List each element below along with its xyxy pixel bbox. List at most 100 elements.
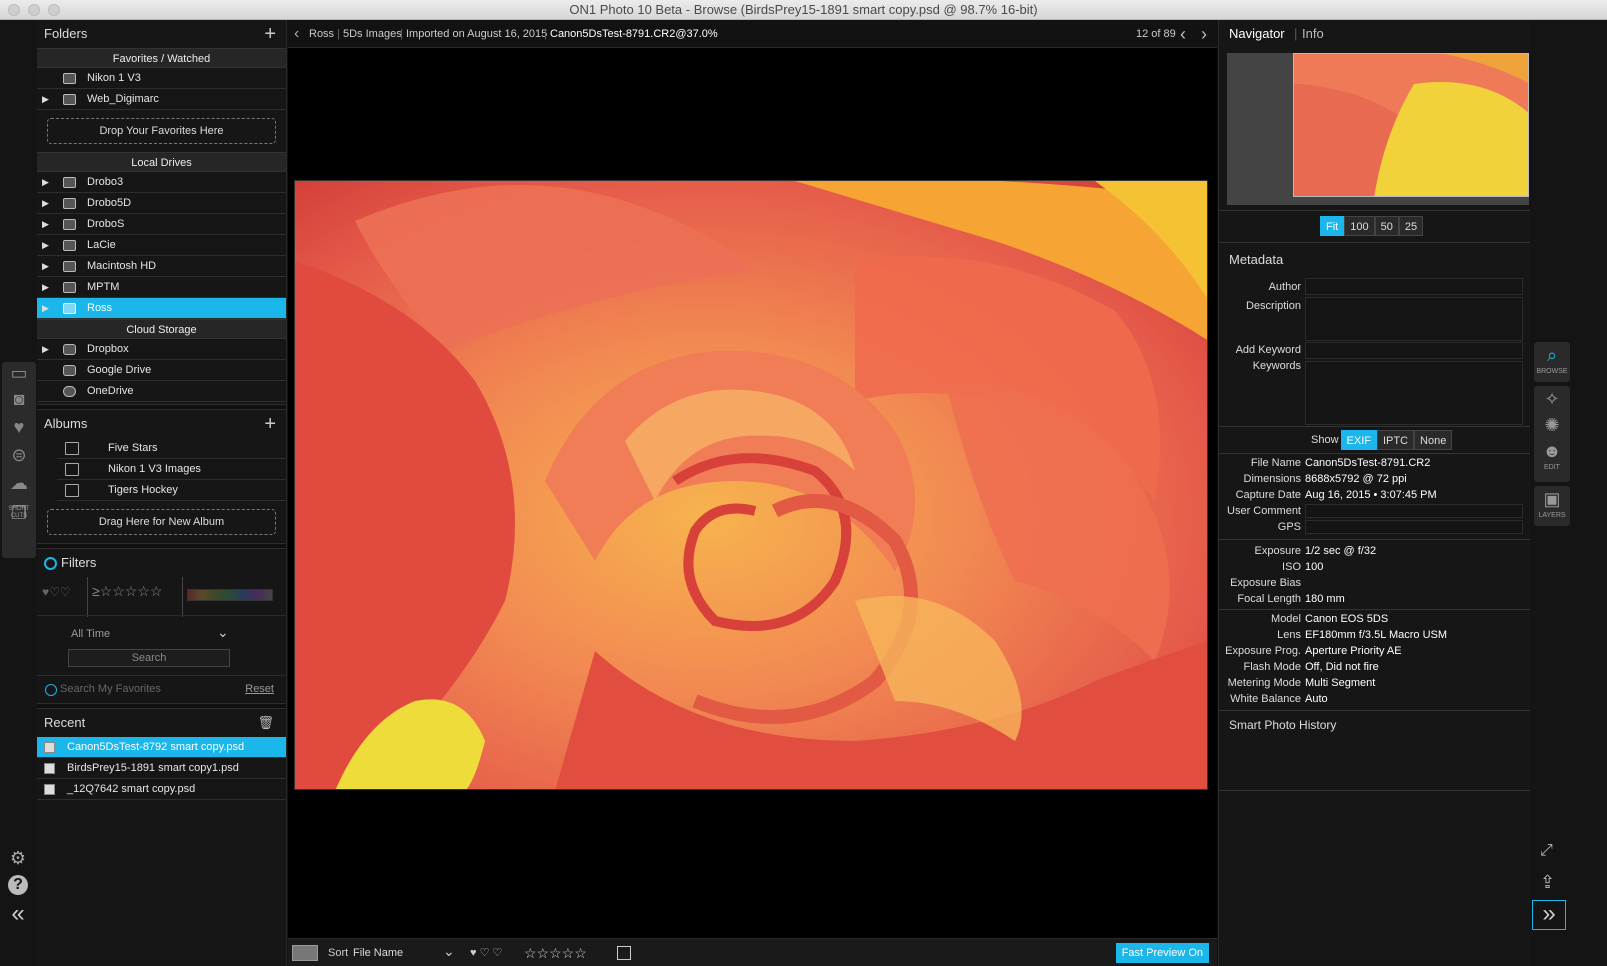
author-field[interactable] bbox=[1305, 278, 1523, 295]
time-select[interactable]: All Time bbox=[71, 628, 110, 640]
zoom-window-button[interactable] bbox=[48, 4, 60, 16]
exif-label: Exposure Bias bbox=[1230, 577, 1301, 589]
drop-favorites-zone[interactable]: Drop Your Favorites Here bbox=[47, 118, 276, 144]
star-rating-icon[interactable]: ☆☆☆☆☆ bbox=[524, 939, 587, 966]
sort-select[interactable]: File Name bbox=[353, 939, 403, 966]
close-window-button[interactable] bbox=[8, 4, 20, 16]
next-image-icon[interactable]: › bbox=[1201, 20, 1207, 48]
search-button[interactable]: Search bbox=[68, 649, 230, 667]
minimize-window-button[interactable] bbox=[28, 4, 40, 16]
expand-arrow-icon[interactable]: ▶ bbox=[42, 298, 49, 319]
recent-item-selected[interactable]: Canon5DsTest-8792 smart copy.psd bbox=[37, 737, 286, 758]
zoom-50-button[interactable]: 50 bbox=[1374, 216, 1399, 236]
computer-icon[interactable]: ▭ bbox=[7, 362, 31, 384]
zoom-100-button[interactable]: 100 bbox=[1344, 216, 1375, 236]
album-icon bbox=[65, 484, 79, 497]
edit-module-button[interactable]: ✧ ✺ ☻ EDIT bbox=[1534, 386, 1570, 482]
cloud-item-dropbox[interactable]: ▶ Dropbox bbox=[37, 339, 286, 360]
navigator-preview[interactable] bbox=[1227, 53, 1529, 205]
reset-link[interactable]: Reset bbox=[245, 683, 274, 695]
drop-album-zone[interactable]: Drag Here for New Album bbox=[47, 509, 276, 535]
expand-arrow-icon[interactable]: ▶ bbox=[42, 89, 49, 110]
camera-folder-icon bbox=[63, 94, 76, 105]
chevron-down-icon[interactable]: ⌄ bbox=[443, 937, 455, 965]
browse-label: BROWSE bbox=[1536, 368, 1568, 375]
gear-icon[interactable]: ⚙ bbox=[6, 848, 30, 869]
cloud-icon[interactable]: ☁ bbox=[7, 472, 31, 494]
gps-field[interactable] bbox=[1305, 520, 1523, 534]
filters-toggle-icon[interactable] bbox=[44, 557, 57, 570]
drive-icon[interactable]: ⊜ bbox=[7, 444, 31, 466]
chevron-down-icon[interactable]: ⌄ bbox=[217, 624, 229, 641]
resize-icon[interactable]: ⤢ bbox=[1540, 842, 1553, 860]
expand-arrow-icon[interactable]: ▶ bbox=[42, 193, 49, 214]
description-field[interactable] bbox=[1305, 297, 1523, 341]
color-label-checkbox[interactable] bbox=[617, 946, 631, 960]
drive-item[interactable]: ▶ Drobo5D bbox=[37, 193, 286, 214]
view-mode-button[interactable] bbox=[292, 945, 318, 961]
favorites-folder-icon[interactable]: ♥ bbox=[7, 416, 31, 438]
show-exif-button[interactable]: EXIF bbox=[1340, 430, 1377, 450]
breadcrumb-item[interactable]: 5Ds Images bbox=[343, 20, 402, 48]
zoom-fit-button[interactable]: Fit bbox=[1320, 216, 1345, 236]
exif-value: Canon EOS 5DS bbox=[1305, 613, 1389, 625]
favorite-item-nikon[interactable]: Nikon 1 V3 bbox=[37, 68, 286, 89]
expand-arrow-icon[interactable]: ▶ bbox=[42, 277, 49, 298]
zoom-25-button[interactable]: 25 bbox=[1398, 216, 1424, 236]
tab-info[interactable]: Info bbox=[1302, 20, 1324, 48]
expand-arrow-icon[interactable]: ▶ bbox=[42, 339, 49, 360]
camera-icon[interactable]: ◙ bbox=[7, 388, 31, 410]
album-item[interactable]: Nikon 1 V3 Images bbox=[57, 459, 286, 480]
recent-item[interactable]: _12Q7642 smart copy.psd bbox=[37, 779, 286, 800]
search-favorites-radio[interactable] bbox=[45, 684, 57, 696]
expand-arrow-icon[interactable]: ▶ bbox=[42, 172, 49, 193]
fast-preview-button[interactable]: Fast Preview On bbox=[1115, 943, 1209, 963]
add-album-button[interactable]: + bbox=[264, 410, 276, 438]
heart-rating-icon[interactable]: ♥ ♡ ♡ bbox=[470, 939, 502, 966]
breadcrumb-item[interactable]: Imported on August 16, 2015 bbox=[406, 20, 547, 48]
back-icon[interactable]: ‹ bbox=[294, 20, 299, 48]
main-photo[interactable] bbox=[294, 180, 1208, 790]
divider bbox=[1219, 539, 1531, 540]
drive-item[interactable]: ▶ LaCie bbox=[37, 235, 286, 256]
favorite-item-web-digimarc[interactable]: ▶ Web_Digimarc bbox=[37, 89, 286, 110]
navigator-viewport[interactable] bbox=[1293, 53, 1529, 197]
add-keyword-field[interactable] bbox=[1305, 342, 1523, 359]
edit-icon: ☻ bbox=[1542, 441, 1562, 461]
window-titlebar: ON1 Photo 10 Beta - Browse (BirdsPrey15-… bbox=[0, 0, 1607, 20]
previous-image-icon[interactable]: ‹ bbox=[1180, 20, 1186, 48]
cloud-item-onedrive[interactable]: OneDrive bbox=[37, 381, 286, 402]
show-none-button[interactable]: None bbox=[1414, 430, 1453, 450]
album-item[interactable]: Tigers Hockey bbox=[57, 480, 286, 501]
layers-module-button[interactable]: ▣ LAYERS bbox=[1534, 486, 1570, 526]
share-icon[interactable]: ⇪ bbox=[1540, 872, 1555, 893]
recent-item[interactable]: BirdsPrey15-1891 smart copy1.psd bbox=[37, 758, 286, 779]
browse-module-button[interactable]: ⌕ BROWSE bbox=[1534, 342, 1570, 382]
user-comment-field[interactable] bbox=[1305, 504, 1523, 518]
navigator-thumb bbox=[1294, 54, 1528, 196]
tab-navigator[interactable]: Navigator bbox=[1229, 20, 1285, 48]
drive-item-selected[interactable]: ▶ Ross bbox=[37, 298, 286, 319]
expand-arrow-icon[interactable]: ▶ bbox=[42, 214, 49, 235]
collapse-right-icon[interactable]: » bbox=[1532, 900, 1566, 930]
star-filter-icon[interactable]: ≥☆☆☆☆☆ bbox=[92, 583, 162, 600]
collapse-left-icon[interactable]: « bbox=[6, 900, 30, 928]
drive-item[interactable]: ▶ Macintosh HD bbox=[37, 256, 286, 277]
keywords-field[interactable] bbox=[1305, 361, 1523, 425]
heart-filter-icon[interactable]: ♥♡♡ bbox=[42, 585, 71, 599]
drive-item[interactable]: ▶ MPTM bbox=[37, 277, 286, 298]
drive-item[interactable]: ▶ DroboS bbox=[37, 214, 286, 235]
rose-photo bbox=[295, 181, 1207, 789]
help-icon[interactable]: ? bbox=[8, 875, 28, 895]
expand-arrow-icon[interactable]: ▶ bbox=[42, 235, 49, 256]
color-label-filter[interactable] bbox=[187, 589, 273, 601]
divider bbox=[1219, 790, 1531, 791]
album-item[interactable]: Five Stars bbox=[57, 438, 286, 459]
trash-icon[interactable]: 🗑 bbox=[257, 709, 274, 737]
drive-item[interactable]: ▶ Drobo3 bbox=[37, 172, 286, 193]
cloud-item-google-drive[interactable]: Google Drive bbox=[37, 360, 286, 381]
show-iptc-button[interactable]: IPTC bbox=[1376, 430, 1415, 450]
breadcrumb-item[interactable]: Ross bbox=[309, 20, 334, 48]
add-folder-button[interactable]: + bbox=[264, 20, 276, 48]
expand-arrow-icon[interactable]: ▶ bbox=[42, 256, 49, 277]
